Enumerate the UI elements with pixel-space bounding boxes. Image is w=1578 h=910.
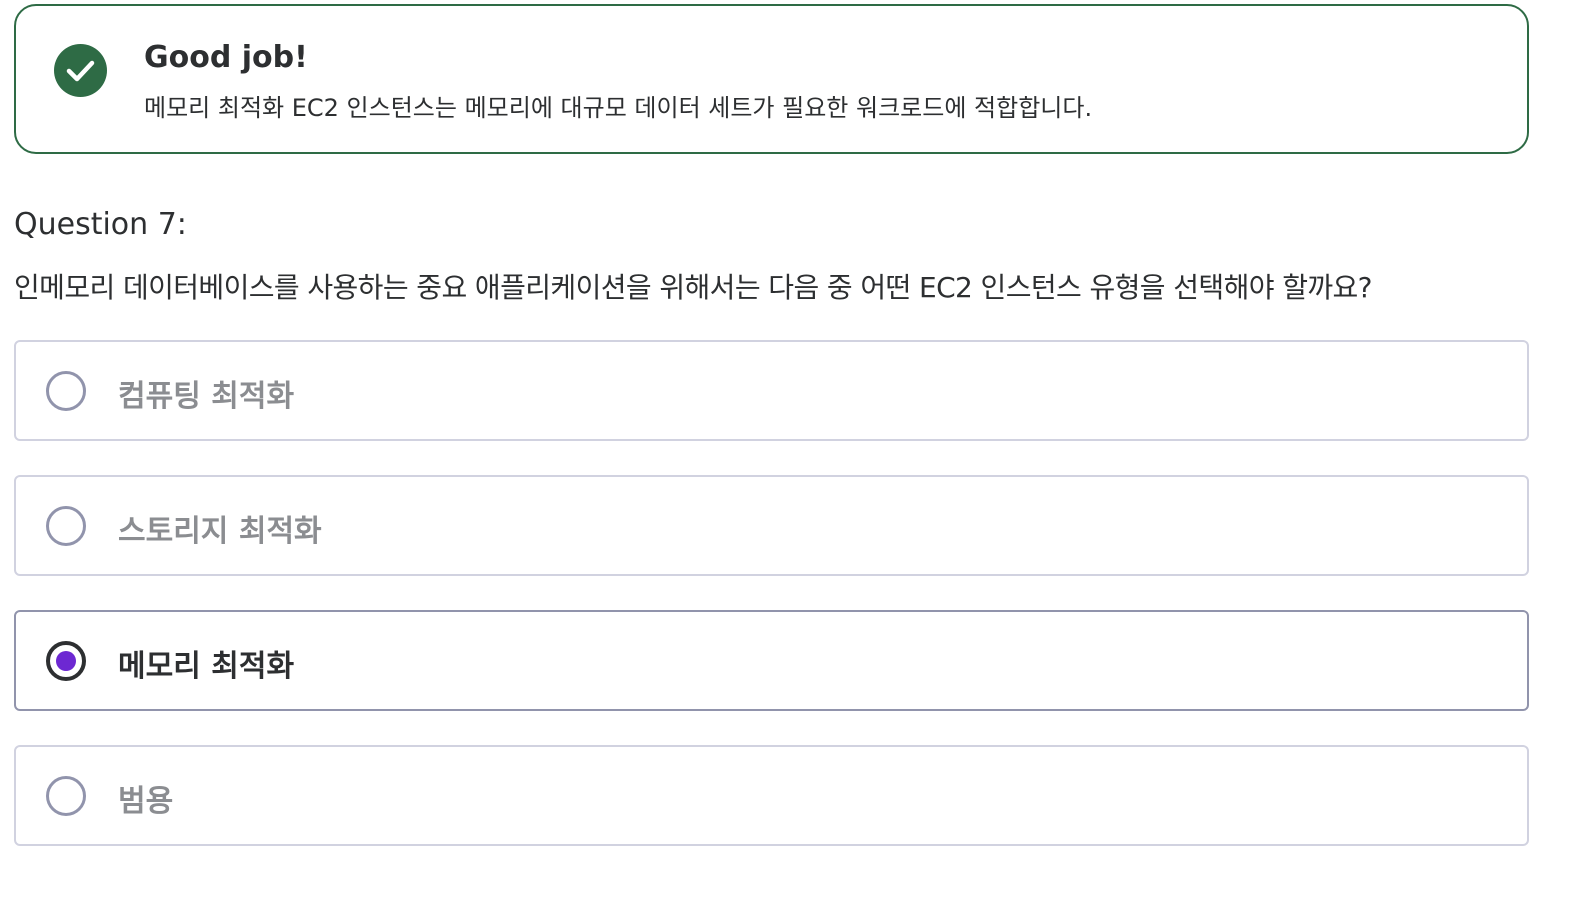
question-prompt: 인메모리 데이터베이스를 사용하는 중요 애플리케이션을 위해서는 다음 중 어… [14, 271, 1373, 304]
feedback-alert: Good job! 메모리 최적화 EC2 인스턴스는 메모리에 대규모 데이터… [14, 4, 1529, 154]
radio-button[interactable] [46, 506, 86, 546]
radio-button[interactable] [46, 776, 86, 816]
answer-option-label: 스토리지 최적화 [118, 514, 322, 549]
feedback-title: Good job! [144, 40, 308, 75]
answer-option-label: 컴퓨팅 최적화 [118, 379, 295, 414]
answer-option-label: 메모리 최적화 [118, 649, 295, 684]
feedback-message: 메모리 최적화 EC2 인스턴스는 메모리에 대규모 데이터 세트가 필요한 워… [144, 94, 1093, 122]
answer-option-storage[interactable]: 스토리지 최적화 [14, 475, 1529, 576]
radio-button[interactable] [46, 371, 86, 411]
answer-option-compute[interactable]: 컴퓨팅 최적화 [14, 340, 1529, 441]
radio-button-selected[interactable] [46, 641, 86, 681]
answer-option-general[interactable]: 범용 [14, 745, 1529, 846]
question-number: Question 7: [14, 207, 187, 242]
check-icon [54, 44, 107, 97]
answer-option-memory[interactable]: 메모리 최적화 [14, 610, 1529, 711]
radio-selected-dot [56, 651, 76, 671]
answer-option-label: 범용 [118, 784, 174, 819]
